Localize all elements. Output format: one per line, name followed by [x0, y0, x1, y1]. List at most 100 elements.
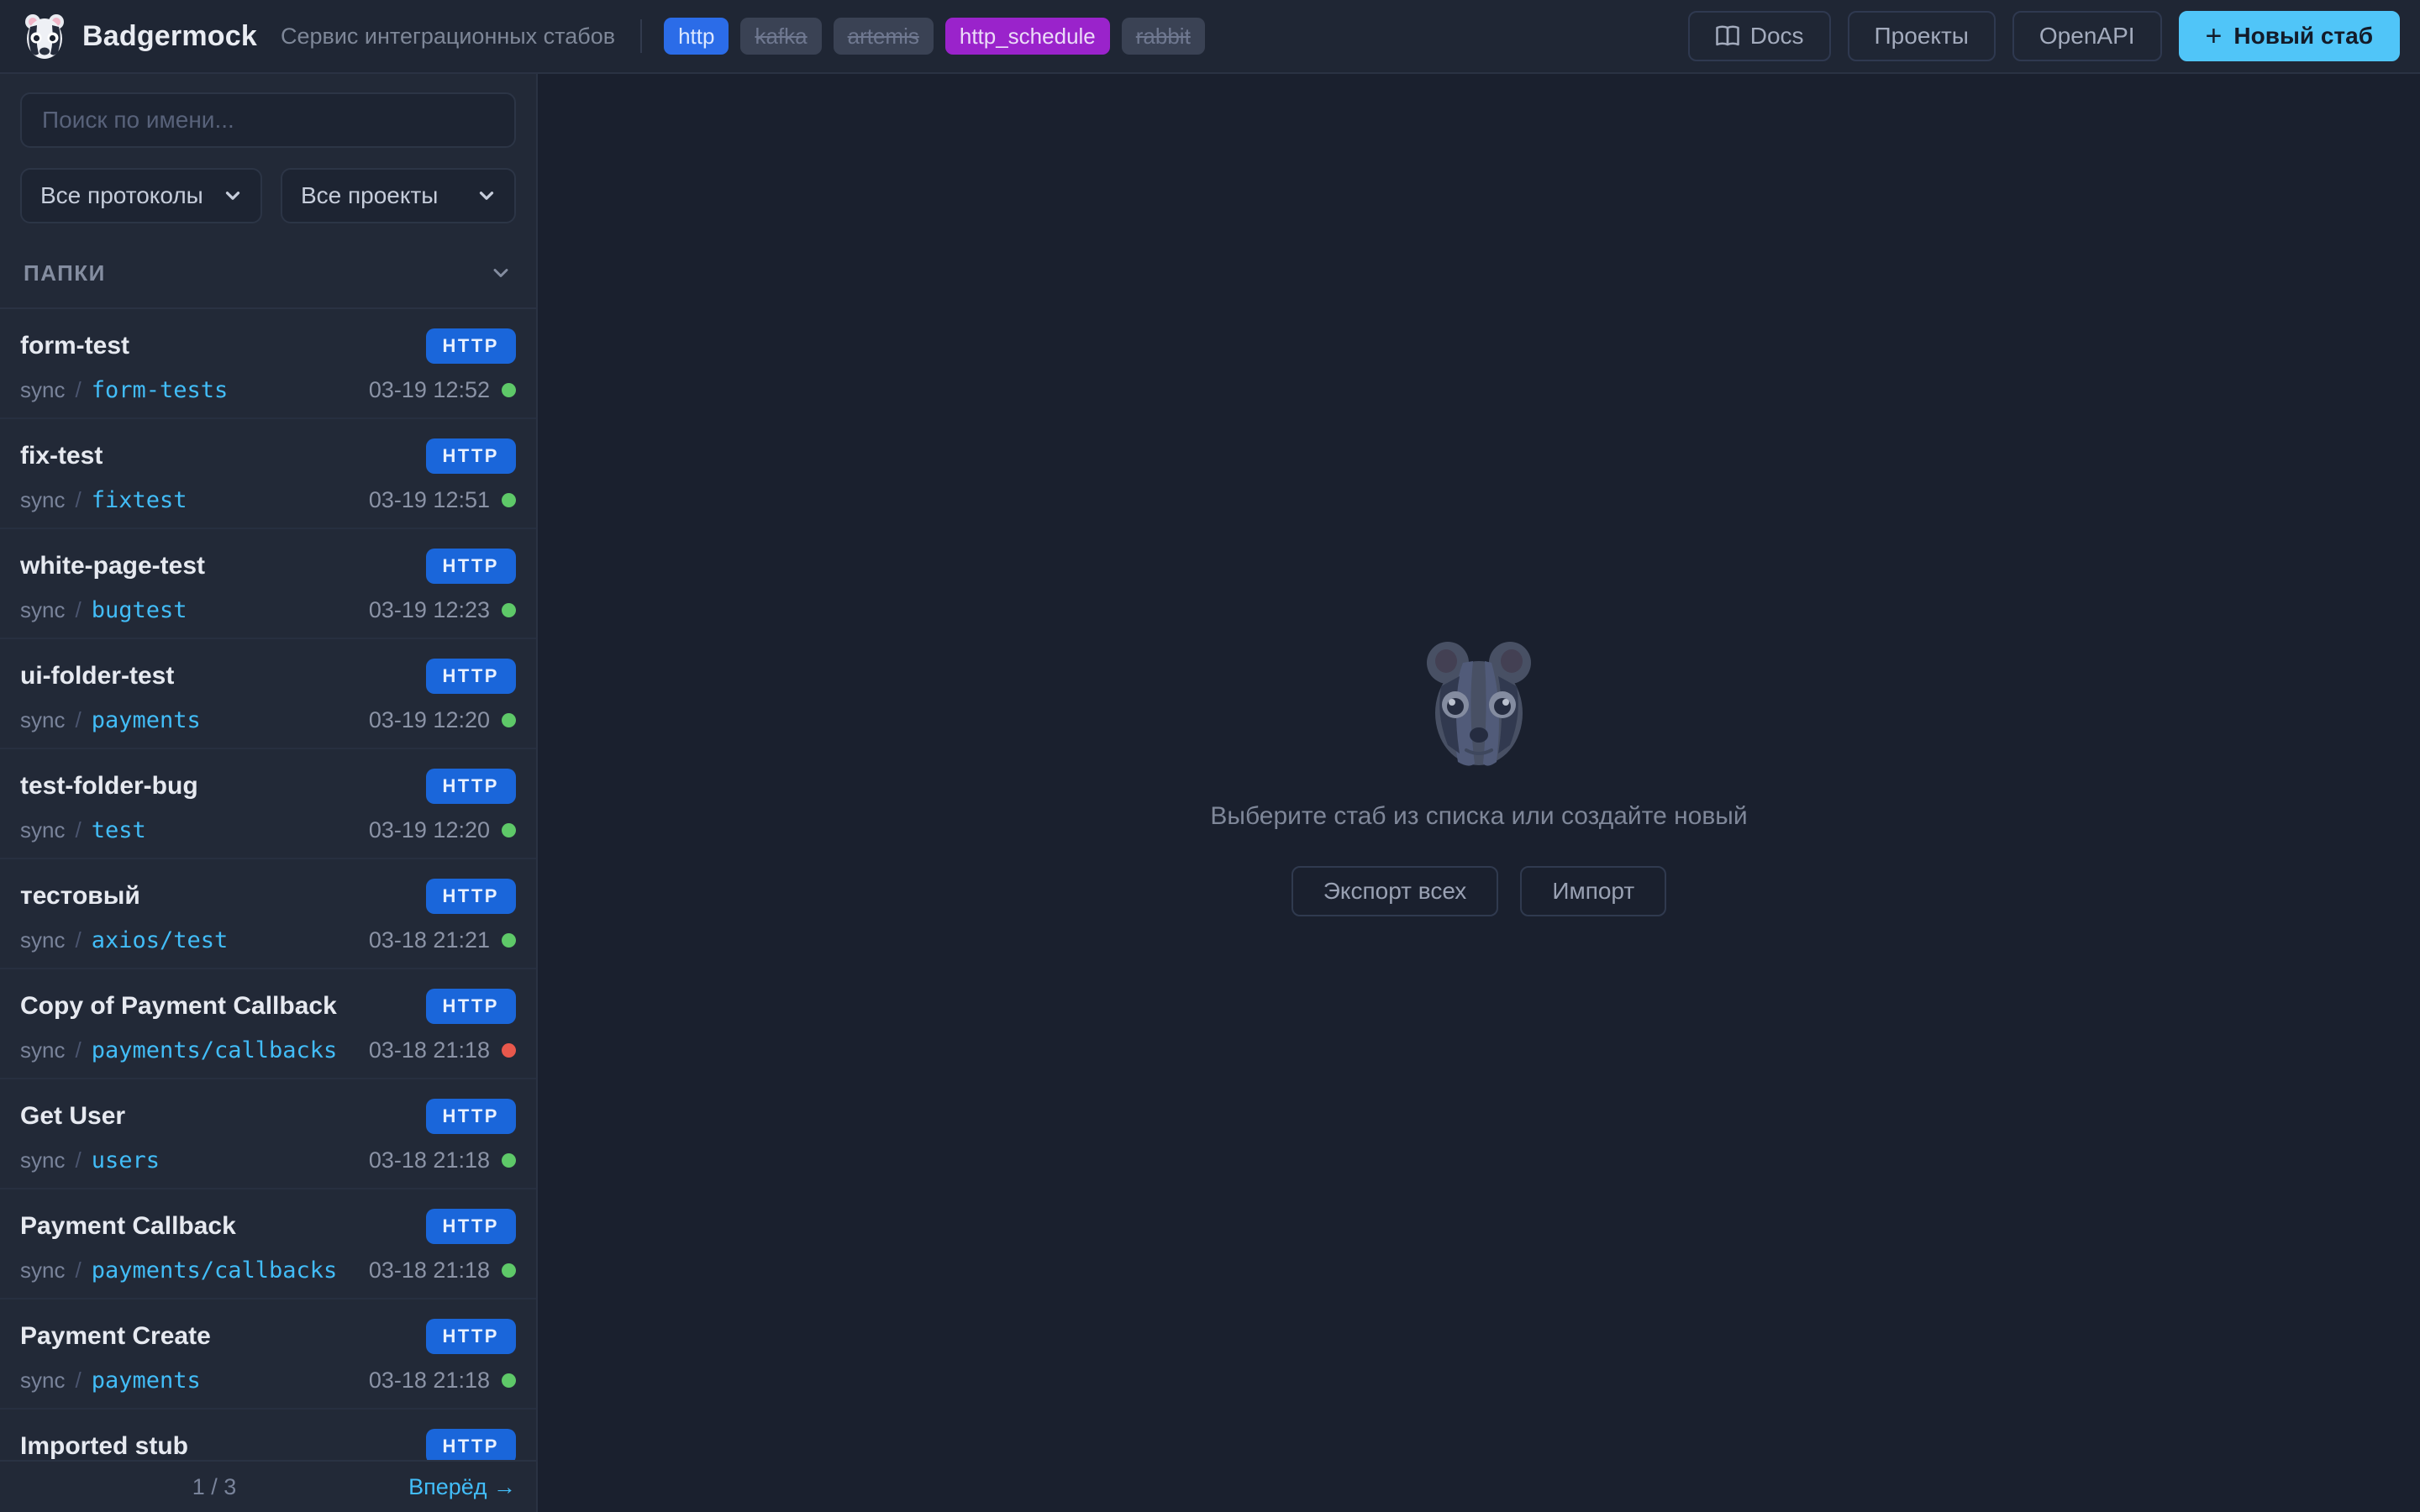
stub-timestamp: 03-19 12:52 [368, 377, 490, 403]
search-input[interactable] [20, 92, 516, 148]
stub-mode: sync [20, 597, 66, 623]
meta-separator: / [75, 597, 82, 623]
stub-list-item[interactable]: ui-folder-test HTTP sync / payments 03-19 12:… [0, 639, 536, 749]
projects-button[interactable]: Проекты [1847, 11, 1996, 61]
status-dot-green [502, 1373, 516, 1389]
stub-path: payments [91, 707, 201, 734]
main-panel: Выберите стаб из списка или создайте нов… [538, 74, 2420, 1512]
stub-path: users [91, 1147, 160, 1174]
stub-path: fixtest [91, 487, 187, 514]
protocol-tags: http kafka artemis http_schedule rabbit [664, 17, 1205, 55]
stub-list: form-test HTTP sync / form-tests 03-19 12:52 f… [0, 309, 536, 1460]
empty-state-message: Выберите стаб из списка или создайте нов… [1210, 802, 1748, 830]
meta-separator: / [75, 927, 82, 953]
stub-timestamp: 03-19 12:51 [368, 487, 490, 513]
status-dot-green [502, 933, 516, 948]
stub-timestamp: 03-18 21:18 [368, 1037, 490, 1063]
stub-list-item[interactable]: form-test HTTP sync / form-tests 03-19 12:52 [0, 309, 536, 419]
stub-list-item[interactable]: white-page-test HTTP sync / bugtest 03-19 12:… [0, 529, 536, 639]
badger-mascot-icon [1427, 642, 1531, 766]
stub-list-item[interactable]: Imported stub HTTP [0, 1410, 536, 1460]
stub-timestamp: 03-18 21:21 [368, 927, 490, 953]
stub-list-item[interactable]: Payment Create HTTP sync / payments 03-18 21:… [0, 1299, 536, 1410]
protocol-filter-select[interactable]: Все протоколы [20, 168, 262, 223]
stub-mode: sync [20, 377, 66, 403]
badgermock-logo-icon [20, 12, 69, 60]
protocol-tag-http[interactable]: http [664, 17, 729, 55]
stub-path: payments [91, 1368, 201, 1394]
meta-separator: / [75, 377, 82, 403]
meta-separator: / [75, 1037, 82, 1063]
stub-name: Copy of Payment Callback [20, 992, 337, 1020]
protocol-badge: HTTP [425, 549, 516, 585]
protocol-badge: HTTP [425, 989, 516, 1025]
protocol-badge: HTTP [425, 1319, 516, 1355]
meta-separator: / [75, 817, 82, 843]
pagination-center: 1 / 3 [20, 1474, 408, 1500]
status-dot-green [502, 1263, 516, 1278]
stub-mode: sync [20, 487, 66, 513]
app-root: Badgermock Сервис интеграционных стабов … [0, 0, 2420, 1512]
openapi-button[interactable]: OpenAPI [2012, 11, 2162, 61]
stub-timestamp: 03-18 21:18 [368, 1368, 490, 1394]
stub-list-item[interactable]: Payment Callback HTTP sync / payments/callba… [0, 1189, 536, 1299]
stub-timestamp: 03-19 12:20 [368, 817, 490, 843]
stub-list-item[interactable]: test-folder-bug HTTP sync / test 03-19 12:20 [0, 749, 536, 859]
filter-selects: Все протоколы Все проекты [20, 168, 516, 223]
docs-button[interactable]: Docs [1687, 11, 1831, 61]
stub-path: test [91, 817, 146, 844]
empty-state: Выберите стаб из списка или создайте нов… [1210, 636, 1748, 916]
stub-mode: sync [20, 1368, 66, 1394]
meta-separator: / [75, 1257, 82, 1284]
status-dot-green [502, 823, 516, 838]
meta-separator: / [75, 707, 82, 733]
protocol-badge: HTTP [425, 879, 516, 915]
empty-state-actions: Экспорт всех Импорт [1291, 866, 1667, 916]
meta-separator: / [75, 1147, 82, 1173]
protocol-tag-rabbit[interactable]: rabbit [1121, 17, 1205, 55]
plus-icon: + [2205, 20, 2223, 52]
protocol-tag-artemis[interactable]: artemis [833, 17, 934, 55]
brand-title: Badgermock [82, 19, 257, 52]
stub-mode: sync [20, 1037, 66, 1063]
next-page-link[interactable]: Вперёд → [408, 1474, 516, 1500]
stub-name: тестовый [20, 882, 140, 910]
stub-path: form-tests [91, 377, 229, 404]
protocol-badge: HTTP [425, 1429, 516, 1460]
stub-list-item[interactable]: тестовый HTTP sync / axios/test 03-18 21:21 [0, 859, 536, 969]
chevron-down-icon [489, 261, 513, 285]
pagination-bar: 1 / 3 Вперёд → [0, 1460, 536, 1512]
stub-list-item[interactable]: Get User HTTP sync / users 03-18 21:18 [0, 1079, 536, 1189]
protocol-tag-kafka[interactable]: kafka [740, 17, 822, 55]
folders-label: ПАПКИ [24, 260, 106, 286]
project-filter-select[interactable]: Все проекты [280, 168, 516, 223]
chevron-down-icon [222, 185, 244, 207]
folders-section-header[interactable]: ПАПКИ [0, 239, 536, 309]
new-stub-button[interactable]: + Новый стаб [2178, 11, 2400, 61]
stub-name: fix-test [20, 442, 103, 470]
stub-mode: sync [20, 1257, 66, 1284]
new-stub-button-label: Новый стаб [2233, 23, 2373, 49]
brand-subtitle: Сервис интеграционных стабов [280, 23, 616, 49]
protocol-badge: HTTP [425, 769, 516, 805]
stub-timestamp: 03-18 21:18 [368, 1257, 490, 1284]
protocol-badge: HTTP [425, 659, 516, 695]
header-divider [640, 19, 643, 53]
export-all-button[interactable]: Экспорт всех [1291, 866, 1499, 916]
stub-list-item[interactable]: fix-test HTTP sync / fixtest 03-19 12:51 [0, 419, 536, 529]
status-dot-green [502, 493, 516, 508]
app-header: Badgermock Сервис интеграционных стабов … [0, 0, 2420, 74]
chevron-down-icon [476, 185, 497, 207]
protocol-tag-http_schedule[interactable]: http_schedule [944, 17, 1110, 55]
stub-mode: sync [20, 817, 66, 843]
project-filter-value: Все проекты [300, 182, 439, 208]
stub-name: test-folder-bug [20, 772, 198, 800]
stub-timestamp: 03-19 12:20 [368, 707, 490, 733]
stub-name: Imported stub [20, 1432, 188, 1460]
status-dot-red [502, 1043, 516, 1058]
stub-path: bugtest [91, 597, 187, 624]
stub-name: Payment Create [20, 1322, 211, 1350]
import-button[interactable]: Импорт [1520, 866, 1667, 916]
stub-list-item[interactable]: Copy of Payment Callback HTTP sync / payment… [0, 969, 536, 1079]
stub-name: Get User [20, 1102, 126, 1130]
